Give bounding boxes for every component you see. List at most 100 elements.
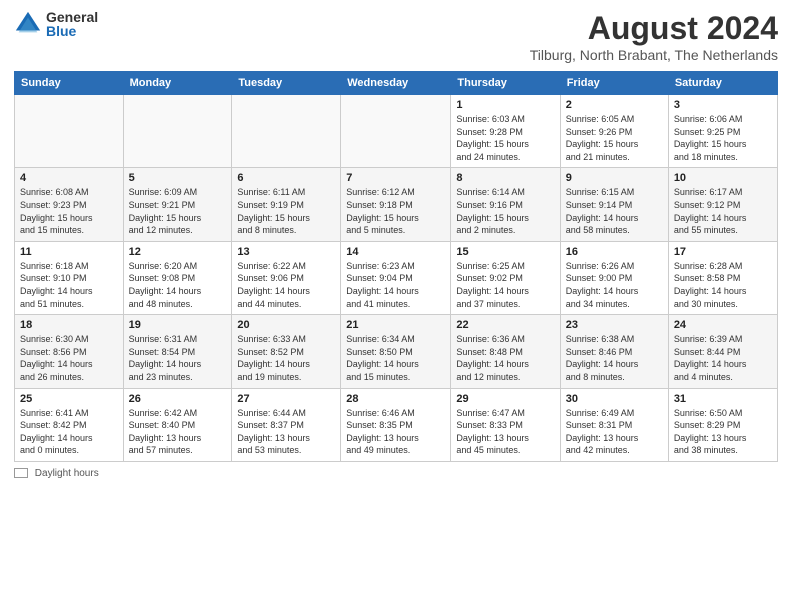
day-number: 2 [566, 99, 663, 111]
location: Tilburg, North Brabant, The Netherlands [530, 47, 778, 63]
day-number: 13 [237, 246, 335, 258]
day-info: Sunrise: 6:34 AM Sunset: 8:50 PM Dayligh… [346, 333, 445, 383]
day-number: 30 [566, 393, 663, 405]
header: General Blue August 2024 Tilburg, North … [14, 10, 778, 63]
month-title: August 2024 [530, 10, 778, 47]
calendar-cell: 15Sunrise: 6:25 AM Sunset: 9:02 PM Dayli… [451, 241, 560, 314]
calendar-cell: 21Sunrise: 6:34 AM Sunset: 8:50 PM Dayli… [341, 315, 451, 388]
logo: General Blue [14, 10, 98, 38]
weekday-header-wednesday: Wednesday [341, 72, 451, 95]
calendar-cell [15, 95, 124, 168]
calendar-cell: 2 Sunrise: 6:05 AM Sunset: 9:26 PM Daylig… [560, 95, 668, 168]
day-info: Sunrise: 6:33 AM Sunset: 8:52 PM Dayligh… [237, 333, 335, 383]
week-row-3: 11Sunrise: 6:18 AM Sunset: 9:10 PM Dayli… [15, 241, 778, 314]
calendar-cell: 16 Sunrise: 6:26 AM Sunset: 9:00 PM Dayli… [560, 241, 668, 314]
week-row-1: 1Sunrise: 6:03 AM Sunset: 9:28 PM Daylig… [15, 95, 778, 168]
day-info: Sunrise: 6:28 AM Sunset: 8:58 PM Dayligh… [674, 260, 772, 310]
day-number: 27 [237, 393, 335, 405]
calendar-table: SundayMondayTuesdayWednesdayThursdayFrid… [14, 71, 778, 462]
week-row-4: 18 Sunrise: 6:30 AM Sunset: 8:56 PM Dayli… [15, 315, 778, 388]
calendar-body: 1Sunrise: 6:03 AM Sunset: 9:28 PM Daylig… [15, 95, 778, 462]
day-number: 9 [566, 172, 663, 184]
page: General Blue August 2024 Tilburg, North … [0, 0, 792, 612]
day-number: 25 [20, 393, 118, 405]
day-info: Sunrise: 6:03 AM Sunset: 9:28 PM Dayligh… [456, 113, 554, 163]
calendar-cell: 4Sunrise: 6:08 AM Sunset: 9:23 PM Daylig… [15, 168, 124, 241]
day-number: 28 [346, 393, 445, 405]
weekday-header-friday: Friday [560, 72, 668, 95]
calendar-cell: 25 Sunrise: 6:41 AM Sunset: 8:42 PM Dayli… [15, 388, 124, 461]
calendar-cell: 19 Sunrise: 6:31 AM Sunset: 8:54 PM Dayli… [123, 315, 232, 388]
day-info: Sunrise: 6:06 AM Sunset: 9:25 PM Dayligh… [674, 113, 772, 163]
calendar-cell: 11Sunrise: 6:18 AM Sunset: 9:10 PM Dayli… [15, 241, 124, 314]
day-info: Sunrise: 6:11 AM Sunset: 9:19 PM Dayligh… [237, 186, 335, 236]
week-row-2: 4Sunrise: 6:08 AM Sunset: 9:23 PM Daylig… [15, 168, 778, 241]
day-info: Sunrise: 6:46 AM Sunset: 8:35 PM Dayligh… [346, 407, 445, 457]
day-number: 5 [129, 172, 227, 184]
day-info: Sunrise: 6:08 AM Sunset: 9:23 PM Dayligh… [20, 186, 118, 236]
day-number: 19 [129, 319, 227, 331]
calendar-cell: 10 Sunrise: 6:17 AM Sunset: 9:12 PM Dayli… [668, 168, 777, 241]
calendar-cell: 27 Sunrise: 6:44 AM Sunset: 8:37 PM Dayli… [232, 388, 341, 461]
day-info: Sunrise: 6:12 AM Sunset: 9:18 PM Dayligh… [346, 186, 445, 236]
day-number: 20 [237, 319, 335, 331]
logo-blue-text: Blue [46, 24, 98, 38]
day-info: Sunrise: 6:30 AM Sunset: 8:56 PM Dayligh… [20, 333, 118, 383]
day-number: 10 [674, 172, 772, 184]
day-info: Sunrise: 6:14 AM Sunset: 9:16 PM Dayligh… [456, 186, 554, 236]
calendar-cell: 13Sunrise: 6:22 AM Sunset: 9:06 PM Dayli… [232, 241, 341, 314]
day-info: Sunrise: 6:41 AM Sunset: 8:42 PM Dayligh… [20, 407, 118, 457]
day-info: Sunrise: 6:26 AM Sunset: 9:00 PM Dayligh… [566, 260, 663, 310]
day-info: Sunrise: 6:20 AM Sunset: 9:08 PM Dayligh… [129, 260, 227, 310]
day-number: 29 [456, 393, 554, 405]
day-number: 18 [20, 319, 118, 331]
daylight-box [14, 468, 28, 478]
day-info: Sunrise: 6:18 AM Sunset: 9:10 PM Dayligh… [20, 260, 118, 310]
day-info: Sunrise: 6:44 AM Sunset: 8:37 PM Dayligh… [237, 407, 335, 457]
day-info: Sunrise: 6:31 AM Sunset: 8:54 PM Dayligh… [129, 333, 227, 383]
weekday-header-monday: Monday [123, 72, 232, 95]
calendar-cell: 22Sunrise: 6:36 AM Sunset: 8:48 PM Dayli… [451, 315, 560, 388]
calendar-cell: 23Sunrise: 6:38 AM Sunset: 8:46 PM Dayli… [560, 315, 668, 388]
calendar-cell: 14Sunrise: 6:23 AM Sunset: 9:04 PM Dayli… [341, 241, 451, 314]
weekday-header-thursday: Thursday [451, 72, 560, 95]
logo-icon [14, 10, 42, 38]
day-info: Sunrise: 6:47 AM Sunset: 8:33 PM Dayligh… [456, 407, 554, 457]
calendar-cell: 8 Sunrise: 6:14 AM Sunset: 9:16 PM Daylig… [451, 168, 560, 241]
day-info: Sunrise: 6:50 AM Sunset: 8:29 PM Dayligh… [674, 407, 772, 457]
day-number: 17 [674, 246, 772, 258]
calendar-cell: 6 Sunrise: 6:11 AM Sunset: 9:19 PM Daylig… [232, 168, 341, 241]
day-info: Sunrise: 6:15 AM Sunset: 9:14 PM Dayligh… [566, 186, 663, 236]
day-info: Sunrise: 6:05 AM Sunset: 9:26 PM Dayligh… [566, 113, 663, 163]
calendar-cell: 18 Sunrise: 6:30 AM Sunset: 8:56 PM Dayli… [15, 315, 124, 388]
day-number: 8 [456, 172, 554, 184]
calendar-cell: 7 Sunrise: 6:12 AM Sunset: 9:18 PM Daylig… [341, 168, 451, 241]
daylight-legend: Daylight hours [14, 468, 99, 479]
calendar-cell: 12Sunrise: 6:20 AM Sunset: 9:08 PM Dayli… [123, 241, 232, 314]
calendar-cell: 9 Sunrise: 6:15 AM Sunset: 9:14 PM Daylig… [560, 168, 668, 241]
day-info: Sunrise: 6:39 AM Sunset: 8:44 PM Dayligh… [674, 333, 772, 383]
day-number: 22 [456, 319, 554, 331]
calendar-cell: 20 Sunrise: 6:33 AM Sunset: 8:52 PM Dayli… [232, 315, 341, 388]
logo-general-text: General [46, 10, 98, 24]
title-block: August 2024 Tilburg, North Brabant, The … [530, 10, 778, 63]
day-number: 7 [346, 172, 445, 184]
day-info: Sunrise: 6:17 AM Sunset: 9:12 PM Dayligh… [674, 186, 772, 236]
day-number: 14 [346, 246, 445, 258]
weekday-header-saturday: Saturday [668, 72, 777, 95]
daylight-label: Daylight hours [35, 468, 99, 479]
calendar-cell: 3 Sunrise: 6:06 AM Sunset: 9:25 PM Daylig… [668, 95, 777, 168]
calendar-cell: 31Sunrise: 6:50 AM Sunset: 8:29 PM Dayli… [668, 388, 777, 461]
calendar-header: SundayMondayTuesdayWednesdayThursdayFrid… [15, 72, 778, 95]
footer: Daylight hours [14, 468, 778, 479]
calendar-cell: 28 Sunrise: 6:46 AM Sunset: 8:35 PM Dayli… [341, 388, 451, 461]
day-info: Sunrise: 6:42 AM Sunset: 8:40 PM Dayligh… [129, 407, 227, 457]
logo-text: General Blue [46, 10, 98, 38]
day-info: Sunrise: 6:09 AM Sunset: 9:21 PM Dayligh… [129, 186, 227, 236]
day-number: 6 [237, 172, 335, 184]
day-number: 3 [674, 99, 772, 111]
calendar-cell: 1Sunrise: 6:03 AM Sunset: 9:28 PM Daylig… [451, 95, 560, 168]
calendar-cell: 26Sunrise: 6:42 AM Sunset: 8:40 PM Dayli… [123, 388, 232, 461]
day-number: 16 [566, 246, 663, 258]
day-number: 15 [456, 246, 554, 258]
